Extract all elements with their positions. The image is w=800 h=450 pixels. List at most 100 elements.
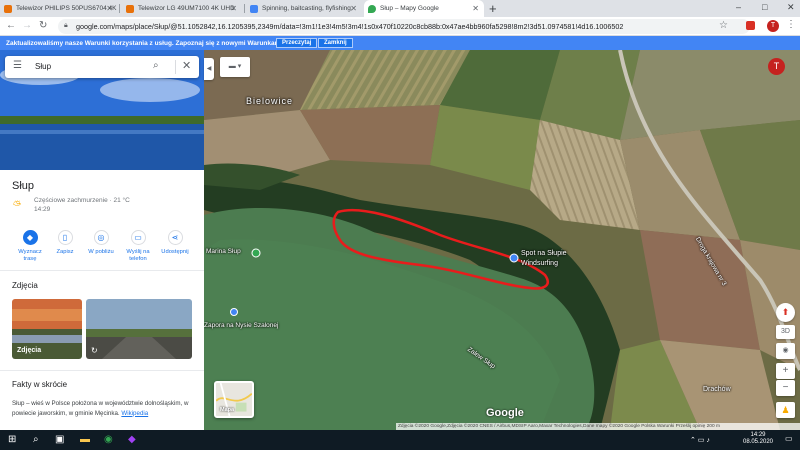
tab-strip: Telewizor PHILIPS 50PUS6704 4K ✕ Telewiz… (0, 0, 800, 17)
back-arrow-icon[interactable]: ← (6, 20, 16, 31)
wikipedia-link[interactable]: Wikipedia (121, 410, 148, 417)
save-button[interactable]: ▯ Zapisz (47, 230, 83, 256)
divider (0, 270, 204, 271)
facts-text: Słup – wieś w Polsce położona w wojewódz… (12, 399, 198, 418)
map-label-marina[interactable]: Marina Słup (206, 248, 241, 255)
tab-title: Telewizor LG 49UM7100 4K UHD (138, 5, 235, 12)
map-label-spot-sub[interactable]: Windsurfing (521, 260, 558, 267)
clock-date: 08.05.2020 (742, 439, 774, 445)
tab-separator (244, 4, 245, 13)
divider (0, 370, 204, 371)
tab-separator (119, 4, 120, 13)
orange-favicon-icon (126, 4, 134, 13)
close-tab-icon[interactable]: ✕ (230, 4, 237, 13)
facts-heading: Fakty w skrócie (12, 380, 68, 389)
google-logo: Google (486, 407, 524, 419)
tab-title: Telewizor PHILIPS 50PUS6704 4K (16, 5, 117, 12)
bookmark-star-icon[interactable]: ☆ (719, 20, 728, 31)
map-type-toggle[interactable]: Mapa (214, 381, 254, 418)
action-buttons: ◆ Wyznacz trasę ▯ Zapisz ◎ W pobliżu ▭ W… (0, 230, 204, 280)
tab-spinning[interactable]: Spinning, baitcasting, flyfishing, ✕ (246, 0, 362, 17)
map-label-bielowice[interactable]: Bielowice (246, 96, 293, 106)
share-icon: ⋖ (167, 230, 183, 245)
zoom-out-button[interactable]: − (776, 380, 795, 396)
tilt-3d-button[interactable]: 3D (776, 325, 795, 339)
read-terms-button[interactable]: Przeczytaj (276, 38, 318, 48)
minimize-button[interactable]: – (736, 2, 741, 12)
action-label: Udostępnij (161, 249, 189, 255)
zoom-in-button[interactable]: + (776, 363, 795, 379)
tab-philips[interactable]: Telewizor PHILIPS 50PUS6704 4K ✕ (0, 0, 118, 17)
system-tray-icons[interactable]: ⌃ ▭ ♪ (690, 436, 710, 444)
place-panel: ☰ Słup ⌕ ✕ Słup ⛅︎ Częściowe zachmurzeni… (0, 50, 204, 430)
banner-text: Zaktualizowaliśmy nasze Warunki korzysta… (6, 39, 283, 47)
extension-icon[interactable] (746, 21, 755, 30)
pegman-icon[interactable]: ♟ (776, 402, 795, 418)
weather-text: Częściowe zachmurzenie · 21 °C 14:29 (34, 197, 130, 213)
search-icon[interactable]: ⌕ (33, 434, 39, 445)
phone-icon: ▭ (130, 230, 146, 245)
street-view-360-icon: ↻ (91, 346, 98, 355)
search-divider (175, 60, 176, 74)
blue-favicon-icon (250, 4, 258, 13)
maximize-button[interactable]: □ (762, 2, 767, 12)
map-label-nysa[interactable]: Zapora na Nysie Szalonej (204, 322, 278, 329)
clock-time: 14:29 (750, 432, 766, 438)
tab-title: Słup – Mapy Google (380, 5, 439, 12)
dismiss-banner-button[interactable]: Zamknij (318, 38, 353, 48)
compass-icon[interactable]: ⬆ (776, 303, 795, 322)
search-icon[interactable]: ⌕ (153, 60, 159, 71)
photos-heading: Zdjęcia (12, 281, 38, 290)
close-window-button[interactable]: ✕ (787, 2, 795, 13)
nearby-button[interactable]: ◎ W pobliżu (83, 230, 119, 256)
map-attribution[interactable]: Zdjęcia ©2020 Google,Zdjęcia ©2020 CNES … (396, 423, 800, 430)
partly-cloudy-icon: ⛅︎ (13, 200, 21, 211)
close-tab-icon[interactable]: ✕ (472, 4, 479, 13)
notifications-icon[interactable]: ▭ (785, 434, 793, 443)
clear-search-icon[interactable]: ✕ (182, 59, 191, 72)
new-tab-button[interactable]: + (489, 1, 497, 16)
place-title: Słup (12, 180, 35, 192)
browser-menu-icon[interactable]: ⋮ (786, 19, 796, 30)
url-text: google.com/maps/place/Słup/@51.1052842,1… (76, 22, 624, 31)
collapse-panel-button[interactable]: ◀ (204, 58, 214, 80)
app-icon[interactable]: ◆ (128, 434, 136, 445)
action-label: Zapisz (56, 249, 74, 255)
search-input[interactable]: Słup (35, 62, 51, 71)
my-location-icon[interactable]: ◉ (776, 343, 795, 359)
windows-taskbar: ⊞ ⌕ ▣ ▬ ◉ ◆ ⌃ ▭ ♪ ▭ (0, 430, 800, 450)
tab-google-maps[interactable]: Słup – Mapy Google ✕ (364, 0, 484, 17)
layers-dropdown[interactable]: ▬ ▾ (220, 57, 250, 77)
tray-clock[interactable]: 14:29 08.05.2020 (738, 432, 778, 446)
file-explorer-icon[interactable]: ▬ (80, 434, 90, 445)
directions-icon: ◆ (22, 230, 38, 245)
reload-icon[interactable]: ↻ (39, 20, 47, 31)
nearby-icon: ◎ (93, 230, 109, 245)
menu-hamburger-icon[interactable]: ☰ (13, 60, 22, 71)
map-label-drachow[interactable]: Drachów (703, 386, 731, 393)
browser-toolbar: ← → ↻ 🔒︎ google.com/maps/place/Słup/@51.… (0, 17, 800, 36)
action-label: Wyznacz trasę (18, 249, 42, 262)
facts-body: Słup – wieś w Polsce położona w wojewódz… (12, 400, 189, 417)
tab-title: Spinning, baitcasting, flyfishing, (262, 5, 353, 12)
orange-favicon-icon (4, 4, 12, 13)
forward-arrow-icon[interactable]: → (22, 20, 32, 31)
map-label-spot[interactable]: Spot na Słupie (521, 250, 567, 257)
tab-lg[interactable]: Telewizor LG 49UM7100 4K UHD ✕ (122, 0, 242, 17)
share-button[interactable]: ⋖ Udostępnij (157, 230, 193, 256)
send-to-phone-button[interactable]: ▭ Wyślij na telefon (120, 230, 156, 263)
street-view-thumbnail[interactable] (86, 299, 192, 359)
chrome-icon[interactable]: ◉ (104, 434, 113, 445)
address-bar[interactable]: 🔒︎ google.com/maps/place/Słup/@51.105284… (58, 19, 750, 34)
close-tab-icon[interactable]: ✕ (106, 4, 113, 13)
task-view-icon[interactable]: ▣ (55, 434, 64, 445)
search-box[interactable]: ☰ Słup ⌕ ✕ (5, 56, 199, 78)
photo-label: Zdjęcia (17, 347, 42, 354)
windows-start-icon[interactable]: ⊞ (8, 434, 16, 445)
lock-icon[interactable]: 🔒︎ (64, 22, 68, 30)
browser-profile-avatar[interactable]: T (767, 20, 779, 32)
directions-button[interactable]: ◆ Wyznacz trasę (12, 230, 48, 263)
account-avatar[interactable]: T (768, 58, 785, 75)
action-label: Wyślij na telefon (126, 249, 150, 262)
close-tab-icon[interactable]: ✕ (350, 4, 357, 13)
